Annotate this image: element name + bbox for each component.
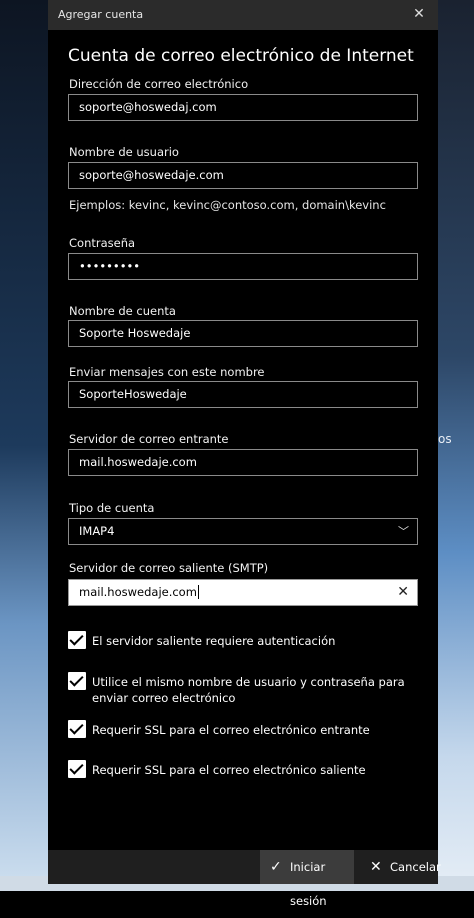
checkbox-checked-icon[interactable] <box>68 672 86 690</box>
account-name-label: Nombre de cuenta <box>69 304 176 318</box>
close-icon[interactable]: ✕ <box>410 5 428 23</box>
checkbox-checked-icon[interactable] <box>68 720 86 738</box>
desktop-background-left <box>0 0 48 891</box>
account-name-field[interactable]: Soporte Hoswedaje <box>68 320 418 347</box>
checkbox-checked-icon[interactable] <box>68 760 86 778</box>
page-title: Cuenta de correo electrónico de Internet <box>68 46 414 66</box>
titlebar: Agregar cuenta ✕ <box>48 0 438 30</box>
checkbox-label: Requerir SSL para el correo electrónico … <box>92 763 366 777</box>
username-hint: Ejemplos: kevinc, kevinc@contoso.com, do… <box>69 198 386 212</box>
background-window-text: os <box>438 432 452 446</box>
cancel-button[interactable]: ✕ Cancelar <box>360 850 441 884</box>
outgoing-server-field[interactable]: mail.hoswedaje.com ✕ <box>68 579 418 606</box>
outgoing-server-label: Servidor de correo saliente (SMTP) <box>69 561 269 575</box>
incoming-server-field[interactable]: mail.hoswedaje.com <box>68 449 418 476</box>
close-icon: ✕ <box>370 859 382 875</box>
checkbox-label: Requerir SSL para el correo electrónico … <box>92 723 370 737</box>
sign-in-button[interactable]: ✓ Iniciar sesión <box>260 850 354 908</box>
email-label: Dirección de correo electrónico <box>69 77 249 91</box>
sign-in-label: Iniciar sesión <box>290 860 327 908</box>
checkbox-label: Utilice el mismo nombre de usuario y con… <box>92 675 405 705</box>
incoming-server-label: Servidor de correo entrante <box>69 432 229 446</box>
cancel-label: Cancelar <box>390 860 441 874</box>
checkbox-checked-icon[interactable] <box>68 631 86 649</box>
account-type-select[interactable]: IMAP4 ﹀ <box>68 518 418 545</box>
username-label: Nombre de usuario <box>69 145 179 159</box>
chevron-down-icon: ﹀ <box>398 525 409 538</box>
checkmark-icon: ✓ <box>270 859 282 875</box>
add-account-dialog: Agregar cuenta ✕ Cuenta de correo electr… <box>48 0 441 908</box>
send-name-label: Enviar mensajes con este nombre <box>69 365 265 379</box>
window-title: Agregar cuenta <box>58 8 144 21</box>
account-type-label: Tipo de cuenta <box>69 501 155 515</box>
clear-icon[interactable]: ✕ <box>397 580 409 605</box>
checkbox-label: El servidor saliente requiere autenticac… <box>92 634 336 648</box>
password-label: Contraseña <box>69 236 136 250</box>
password-field[interactable]: ••••••••• <box>68 253 418 280</box>
send-name-field[interactable]: SoporteHoswedaje <box>68 381 418 408</box>
email-field[interactable]: soporte@hoswedaj.com <box>68 94 418 121</box>
dialog-footer: ✓ Iniciar sesión ✕ Cancelar <box>48 850 441 908</box>
account-type-value: IMAP4 <box>79 524 115 538</box>
outgoing-server-value: mail.hoswedaje.com <box>79 585 197 599</box>
username-field[interactable]: soporte@hoswedaje.com <box>68 162 418 189</box>
